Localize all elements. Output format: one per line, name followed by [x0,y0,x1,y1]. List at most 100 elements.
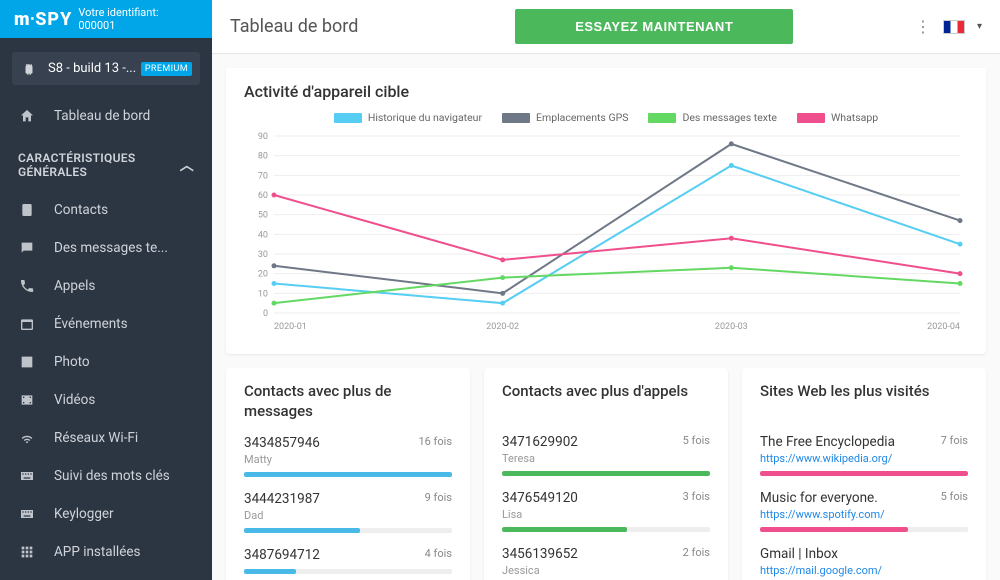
svg-text:70: 70 [258,171,268,181]
svg-text:60: 60 [258,191,268,201]
sidebar-item-photo[interactable]: Photo [0,343,212,381]
svg-text:10: 10 [258,289,268,299]
list-item[interactable]: 3456139652Jessica2 fois [502,546,710,580]
sidebar-item-contacts[interactable]: Contacts [0,191,212,229]
main: Tableau de bord ESSAYEZ MAINTENANT ⋮ ▾ A… [212,0,1000,580]
keyboard-icon [18,467,36,485]
video-icon [18,391,36,409]
sidebar-item-messages[interactable]: Des messages te... [0,229,212,267]
progress-bar [244,569,452,574]
col-title: Contacts avec plus de messages [244,382,452,421]
logo-bar: m⋅mSPYSPY Votre identifiant: 000001 [0,0,212,38]
message-icon [18,239,36,257]
list-item[interactable]: 3471629902Teresa5 fois [502,434,710,476]
col-websites: Sites Web les plus visités The Free Ency… [742,368,986,580]
sidebar-item-calls[interactable]: Appels [0,267,212,305]
contact-name: Lisa [502,508,578,521]
device-selector[interactable]: S8 - build 13 -... PREMIUM [12,52,200,85]
sidebar: m⋅mSPYSPY Votre identifiant: 000001 S8 -… [0,0,212,580]
svg-text:90: 90 [258,132,268,142]
list-item[interactable]: 34876947124 fois [244,547,452,574]
progress-bar [502,471,710,476]
progress-bar [244,528,452,533]
site-link[interactable]: https://mail.google.com/ [760,564,882,577]
home-icon [18,107,36,125]
sidebar-item-keylogger[interactable]: Keylogger [0,495,212,533]
keyboard-icon [18,505,36,523]
device-name: S8 - build 13 -... [48,61,136,76]
legend-item[interactable]: Des messages texte [648,111,777,124]
chart-card: Activité d'appareil cible Historique du … [226,68,986,354]
legend-item[interactable]: Historique du navigateur [334,111,482,124]
col-messages: Contacts avec plus de messages 343485794… [226,368,470,580]
clipboard-icon [18,201,36,219]
more-icon[interactable]: ⋮ [915,17,931,36]
sidebar-item-dashboard[interactable]: Tableau de bord [0,97,212,135]
content: Activité d'appareil cible Historique du … [212,54,1000,580]
svg-text:50: 50 [258,211,268,221]
android-icon [22,62,36,76]
brand-logo: m⋅mSPYSPY [14,9,72,30]
calendar-icon [18,315,36,333]
legend-swatch [648,113,676,123]
sidebar-item-wifi[interactable]: Réseaux Wi-Fi [0,419,212,457]
progress-bar [244,472,452,477]
legend-swatch [334,113,362,123]
legend-swatch [797,113,825,123]
nav-section-general[interactable]: CARACTÉRISTIQUES GÉNÉRALES ︿ [0,135,212,185]
sidebar-item-keywords[interactable]: Suivi des mots clés [0,457,212,495]
user-id-label: Votre identifiant: 000001 [78,6,198,32]
svg-text:2020-04: 2020-04 [927,322,960,332]
svg-text:2020-03: 2020-03 [715,322,748,332]
list-item[interactable]: 3434857946Matty16 fois [244,435,452,477]
col-calls: Contacts avec plus d'appels 3471629902Te… [484,368,728,580]
site-link[interactable]: https://www.wikipedia.org/ [760,452,895,465]
page-title: Tableau de bord [230,16,358,37]
stats-columns: Contacts avec plus de messages 343485794… [226,368,986,580]
chart-title: Activité d'appareil cible [244,82,968,101]
list-item[interactable]: 3444231987Dad9 fois [244,491,452,533]
nav-general: Contacts Des messages te... Appels Événe… [0,191,212,571]
svg-text:0: 0 [263,309,268,319]
sidebar-item-apps[interactable]: APP installées [0,533,212,571]
caret-down-icon[interactable]: ▾ [977,21,982,32]
list: 3471629902Teresa5 fois 3476549120Lisa3 fo… [502,434,710,580]
progress-bar [502,527,710,532]
list: 3434857946Matty16 fois 3444231987Dad9 foi… [244,435,452,574]
list-item[interactable]: Music for everyone.https://www.spotify.c… [760,490,968,532]
try-now-button[interactable]: ESSAYEZ MAINTENANT [515,9,793,44]
nav-primary: Tableau de bord [0,97,212,135]
contact-name: Teresa [502,452,578,465]
contact-name: Matty [244,453,320,466]
col-title: Sites Web les plus visités [760,382,968,420]
sidebar-item-videos[interactable]: Vidéos [0,381,212,419]
svg-text:2020-01: 2020-01 [274,322,307,332]
flag-france-icon[interactable] [943,20,965,34]
svg-text:2020-02: 2020-02 [486,322,519,332]
legend-swatch [502,113,530,123]
site-link[interactable]: https://www.spotify.com/ [760,508,885,521]
svg-text:20: 20 [258,270,268,280]
svg-text:30: 30 [258,250,268,260]
svg-text:80: 80 [258,152,268,162]
grid-icon [18,543,36,561]
image-icon [18,353,36,371]
list-item[interactable]: 3476549120Lisa3 fois [502,490,710,532]
topbar: Tableau de bord ESSAYEZ MAINTENANT ⋮ ▾ [212,0,1000,54]
sidebar-item-events[interactable]: Événements [0,305,212,343]
col-title: Contacts avec plus d'appels [502,382,710,420]
premium-badge: PREMIUM [141,62,192,76]
chart-legend: Historique du navigateur Emplacements GPS… [244,111,968,124]
list-item[interactable]: The Free Encyclopediahttps://www.wikiped… [760,434,968,476]
list-item[interactable]: Gmail | Inboxhttps://mail.google.com/ [760,546,968,580]
legend-item[interactable]: Whatsapp [797,111,878,124]
svg-text:40: 40 [258,230,268,240]
sidebar-item-label: Tableau de bord [54,108,150,124]
chevron-up-icon: ︿ [180,155,194,175]
legend-item[interactable]: Emplacements GPS [502,111,628,124]
list: The Free Encyclopediahttps://www.wikiped… [760,434,968,580]
progress-bar [760,527,968,532]
contact-name: Jessica [502,564,578,577]
progress-bar [760,471,968,476]
contact-name: Dad [244,509,320,522]
